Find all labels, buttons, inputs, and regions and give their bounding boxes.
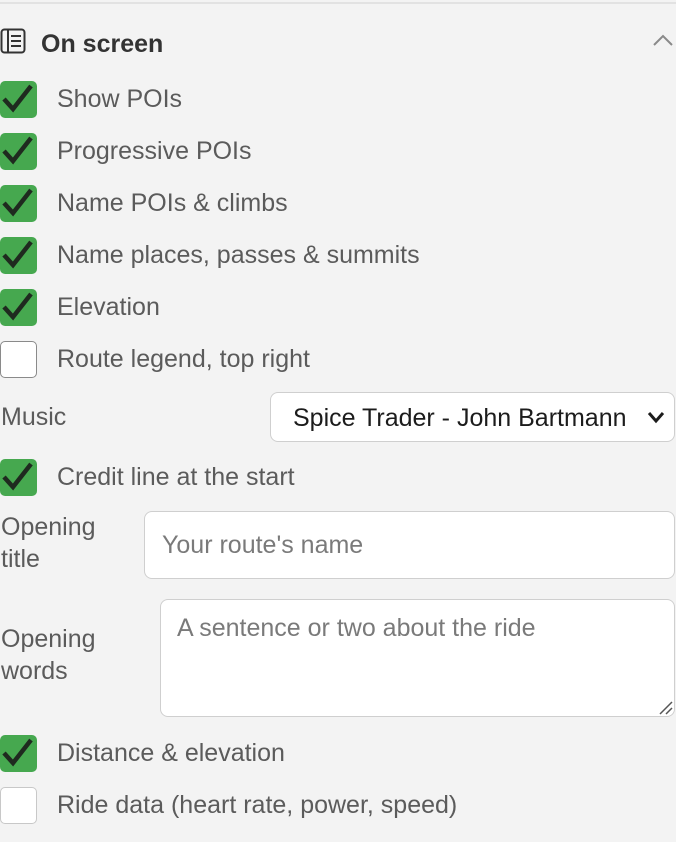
opening-title-label-line1: Opening	[1, 513, 96, 541]
checkmark-icon	[2, 84, 33, 112]
checkbox-row-ride-data[interactable]: Ride data (heart rate, power, speed)	[0, 785, 676, 825]
checkbox-route-legend[interactable]	[0, 340, 37, 378]
opening-title-input[interactable]	[144, 511, 675, 579]
checkbox-show-pois[interactable]	[0, 80, 37, 118]
opening-title-label-line2: title	[1, 545, 40, 573]
top-divider	[0, 0, 676, 4]
checkbox-label: Name places, passes & summits	[57, 240, 420, 269]
section-title: On screen	[41, 30, 164, 58]
checkbox-credit-line[interactable]	[0, 458, 37, 496]
opening-words-textarea[interactable]	[160, 599, 675, 717]
chevron-up-icon[interactable]	[651, 32, 675, 48]
checkbox-row-show-pois[interactable]: Show POIs	[0, 79, 676, 119]
checkbox-ride-data[interactable]	[0, 786, 37, 824]
checkbox-row-distance-elevation[interactable]: Distance & elevation	[0, 733, 676, 773]
checkbox-row-name-places[interactable]: Name places, passes & summits	[0, 235, 676, 275]
checkbox-elevation[interactable]	[0, 288, 37, 326]
checkbox-label: Credit line at the start	[57, 462, 295, 491]
checkmark-icon	[2, 738, 33, 766]
checkmark-icon	[2, 136, 33, 164]
checkbox-label: Ride data (heart rate, power, speed)	[57, 790, 458, 819]
checkbox-label: Route legend, top right	[57, 344, 310, 373]
checkbox-progressive-pois[interactable]	[0, 132, 37, 170]
checkbox-label: Name POIs & climbs	[57, 188, 288, 217]
checkmark-icon	[2, 240, 33, 268]
checkbox-distance-elevation[interactable]	[0, 734, 37, 772]
checkbox-name-places[interactable]	[0, 236, 37, 274]
checkbox-row-name-pois[interactable]: Name POIs & climbs	[0, 183, 676, 223]
opening-words-label-line2: words	[1, 657, 68, 685]
music-selected-value: Spice Trader - John Bartmann	[293, 404, 627, 432]
checkbox-label: Elevation	[57, 292, 160, 321]
checkbox-row-progressive-pois[interactable]: Progressive POIs	[0, 131, 676, 171]
checkmark-icon	[2, 292, 33, 320]
checkbox-row-route-legend[interactable]: Route legend, top right	[0, 339, 676, 379]
checkbox-row-elevation[interactable]: Elevation	[0, 287, 676, 327]
opening-words-label-line1: Opening	[1, 625, 96, 653]
checkbox-label: Distance & elevation	[57, 738, 285, 767]
checkbox-label: Progressive POIs	[57, 136, 252, 165]
checkbox-row-credit-line[interactable]: Credit line at the start	[0, 457, 676, 497]
music-select[interactable]: Spice Trader - John Bartmann	[270, 392, 675, 442]
section-header[interactable]: On screen	[0, 26, 676, 60]
checkmark-icon	[2, 188, 33, 216]
chevron-down-icon	[647, 412, 665, 424]
music-label: Music	[1, 403, 67, 431]
list-panel-icon	[0, 28, 26, 54]
checkmark-icon	[2, 462, 33, 490]
checkbox-name-pois[interactable]	[0, 184, 37, 222]
checkbox-label: Show POIs	[57, 84, 183, 113]
